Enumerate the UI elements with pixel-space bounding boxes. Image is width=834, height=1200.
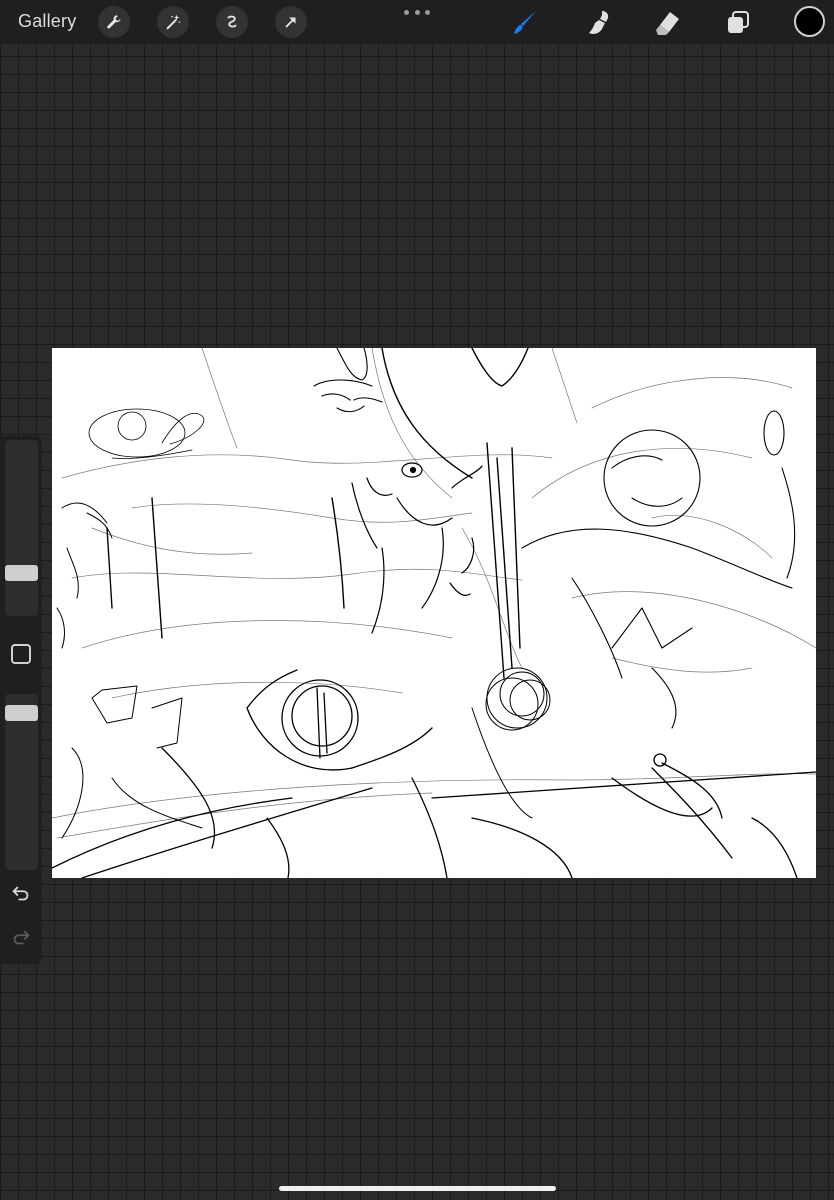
smudge-icon bbox=[589, 11, 609, 34]
top-toolbar: Gallery bbox=[0, 0, 834, 44]
brush-tool-button[interactable] bbox=[508, 6, 542, 40]
sketch-artwork bbox=[52, 348, 816, 878]
selection-button[interactable] bbox=[216, 6, 248, 38]
smudge-tool-button[interactable] bbox=[580, 6, 614, 40]
undo-button[interactable] bbox=[9, 882, 33, 906]
brush-opacity-thumb[interactable] bbox=[5, 705, 38, 721]
drawing-canvas[interactable] bbox=[52, 348, 816, 878]
wrench-icon bbox=[107, 15, 121, 29]
layers-button[interactable] bbox=[721, 6, 755, 40]
more-options-icon[interactable] bbox=[404, 6, 430, 18]
brush-opacity-slider[interactable] bbox=[5, 694, 38, 870]
redo-button[interactable] bbox=[9, 926, 33, 950]
eraser-icon bbox=[656, 12, 679, 35]
brush-size-thumb[interactable] bbox=[5, 565, 38, 581]
modify-button[interactable] bbox=[11, 644, 31, 664]
dot bbox=[404, 9, 409, 15]
selection-icon bbox=[227, 15, 237, 28]
magic-wand-icon bbox=[166, 14, 181, 30]
layers-icon bbox=[728, 11, 749, 33]
left-sidebar bbox=[0, 436, 42, 964]
adjustments-button[interactable] bbox=[157, 6, 189, 38]
brush-size-slider[interactable] bbox=[5, 440, 38, 616]
dot bbox=[425, 9, 430, 15]
dot bbox=[414, 9, 420, 15]
brush-icon bbox=[514, 11, 536, 34]
transform-button[interactable] bbox=[275, 6, 307, 38]
undo-icon bbox=[12, 886, 29, 901]
color-picker-button[interactable] bbox=[794, 6, 825, 37]
home-indicator[interactable] bbox=[279, 1186, 556, 1191]
gallery-button[interactable]: Gallery bbox=[18, 11, 76, 32]
transform-arrow-icon bbox=[285, 17, 296, 28]
redo-icon bbox=[13, 930, 30, 945]
actions-button[interactable] bbox=[98, 6, 130, 38]
eraser-tool-button[interactable] bbox=[650, 6, 684, 40]
